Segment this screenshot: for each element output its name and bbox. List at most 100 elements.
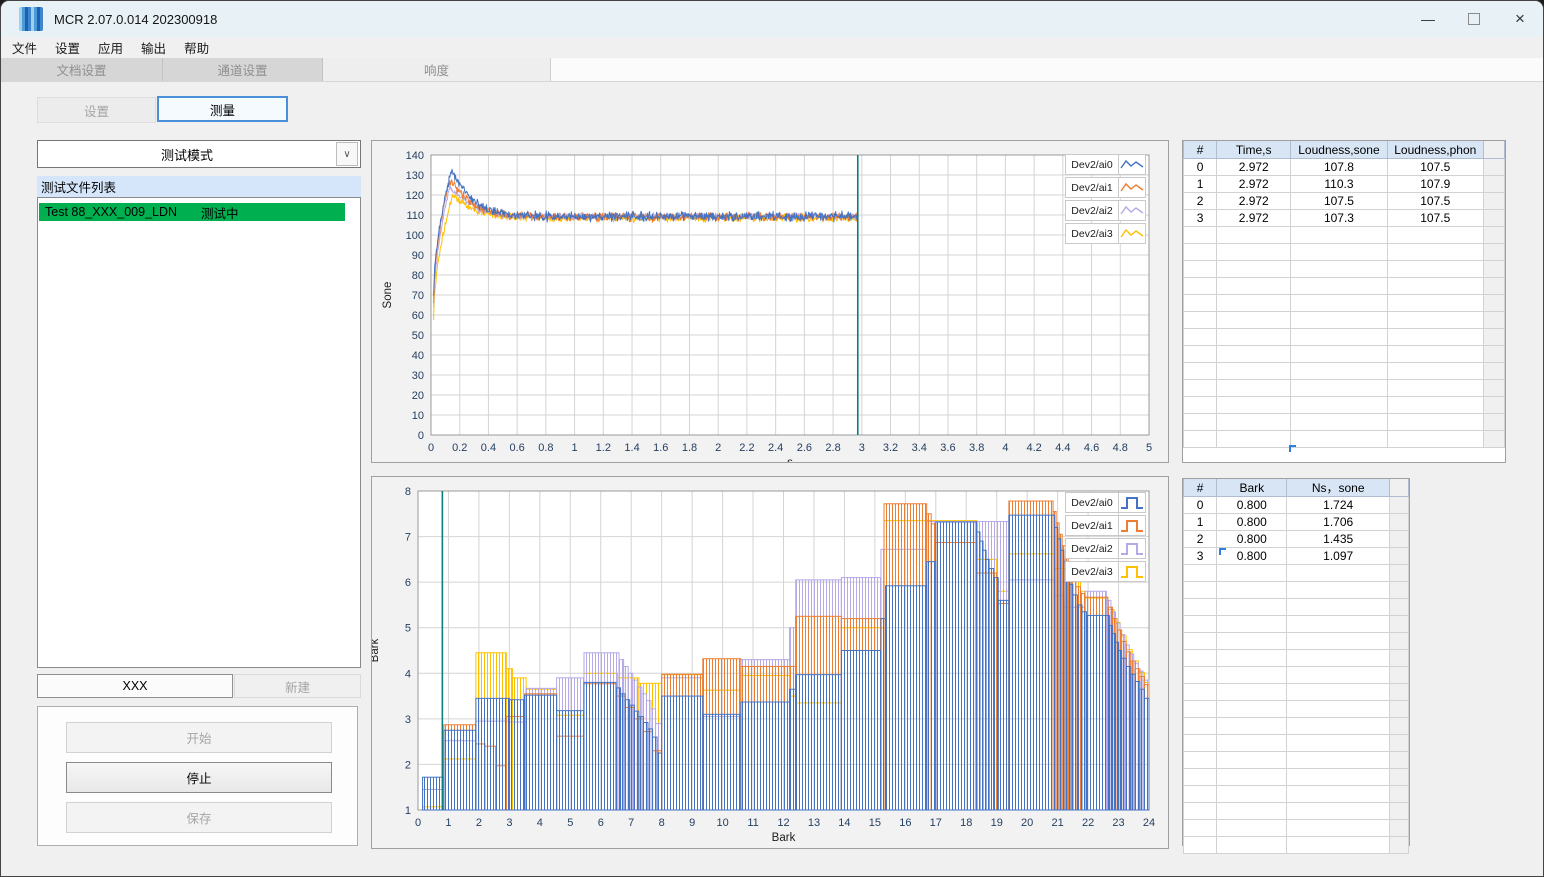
test-mode-value: 测试模式 — [160, 147, 213, 163]
table-row[interactable]: 2 2.972 107.5 107.5 — [1182, 192, 1506, 210]
tab-loudness[interactable]: 响度 — [323, 58, 551, 81]
table-row[interactable] — [1182, 226, 1506, 244]
specific-loudness-chart[interactable]: 0 1 2 3 4 5 6 7 8 9 10 11 12 13 14 15 16 17 18 19 20 21 22 23 24… — [369, 477, 1168, 848]
table-row[interactable] — [1182, 683, 1410, 701]
table-cell — [1216, 700, 1288, 718]
loudness-time-chart[interactable]: 0 0.2 0.4 0.6 0.8 1 1.2 1.4 1.6 1.8 2 2.2 2.4 2.6 2.8 3… — [372, 141, 1168, 469]
table-row[interactable] — [1182, 598, 1410, 616]
table-row[interactable] — [1182, 649, 1410, 667]
test-file-list[interactable]: Test 88_XXX_009_LDN 测试中 — [37, 197, 361, 668]
scrollbar-gutter — [1388, 836, 1410, 854]
legend-entry-Dev2/ai3[interactable]: Dev2/ai3 — [1065, 223, 1146, 244]
table-cell: 3 — [1182, 209, 1218, 227]
table-cell — [1182, 615, 1218, 633]
column-header: Time,s — [1216, 141, 1292, 159]
file-list-header: 测试文件列表 — [37, 176, 361, 197]
table-cell — [1216, 598, 1288, 616]
table-cell — [1286, 785, 1390, 803]
table-row[interactable]: 3 0.800 1.097 — [1182, 547, 1410, 565]
table-row[interactable] — [1182, 362, 1506, 380]
table-row[interactable] — [1182, 785, 1410, 803]
legend-entry-Dev2/ai2[interactable]: Dev2/ai2 — [1065, 200, 1146, 221]
table-row[interactable] — [1182, 243, 1506, 261]
subtab-settings[interactable]: 设置 — [37, 97, 156, 123]
scrollbar-gutter — [1482, 209, 1506, 227]
table-cell — [1290, 396, 1388, 414]
loudness-results-table[interactable]: # Time,s Loudness,sone Loudness,phon 0 2.972 1… — [1182, 141, 1506, 448]
table-cell: 1.097 — [1286, 547, 1390, 565]
table-cell — [1386, 226, 1484, 244]
table-row[interactable] — [1182, 615, 1410, 633]
legend-entry-Dev2/ai3[interactable]: Dev2/ai3 — [1065, 561, 1146, 582]
bark-table-panel[interactable]: # Bark Ns，sone 0 0.800 1.724 1 0.800 1.706 2 0.800… — [1182, 478, 1410, 854]
maximize-button[interactable] — [1451, 1, 1497, 37]
svg-text:80: 80 — [412, 270, 424, 282]
table-row[interactable] — [1182, 700, 1410, 718]
table-row[interactable] — [1182, 581, 1410, 599]
svg-text:15: 15 — [869, 817, 881, 829]
table-row[interactable] — [1182, 294, 1506, 312]
table-row[interactable] — [1182, 396, 1506, 414]
bark-results-table[interactable]: # Bark Ns，sone 0 0.800 1.724 1 0.800 1.706 2 0.800… — [1182, 479, 1410, 854]
svg-text:1.8: 1.8 — [682, 442, 697, 454]
table-cell — [1386, 328, 1484, 346]
table-row[interactable] — [1182, 564, 1410, 582]
table-row[interactable] — [1182, 632, 1410, 650]
new-button[interactable]: 新建 — [234, 674, 361, 698]
test-mode-select[interactable]: 测试模式 ∨ — [37, 140, 361, 168]
table-row[interactable] — [1182, 836, 1410, 854]
table-row[interactable] — [1182, 260, 1506, 278]
loudness-table-panel[interactable]: # Time,s Loudness,sone Loudness,phon 0 2.972 1… — [1182, 140, 1506, 463]
table-row[interactable]: 1 0.800 1.706 — [1182, 513, 1410, 531]
menu-settings[interactable]: 设置 — [46, 38, 89, 57]
menu-output[interactable]: 输出 — [132, 38, 175, 57]
xxx-button[interactable]: XXX — [37, 674, 233, 698]
table-row[interactable] — [1182, 751, 1410, 769]
table-row[interactable] — [1182, 768, 1410, 786]
svg-text:50: 50 — [412, 330, 424, 342]
table-cell: 107.9 — [1386, 175, 1484, 193]
table-row[interactable] — [1182, 666, 1410, 684]
window-title: MCR 2.07.0.014 202300918 — [54, 11, 218, 27]
table-row[interactable] — [1182, 379, 1506, 397]
list-item-test-file[interactable]: Test 88_XXX_009_LDN 测试中 — [39, 203, 345, 221]
table-row[interactable] — [1182, 430, 1506, 448]
table-row[interactable]: 1 2.972 110.3 107.9 — [1182, 175, 1506, 193]
close-button[interactable]: × — [1497, 1, 1543, 37]
table-row[interactable] — [1182, 717, 1410, 735]
table-cell: 1 — [1182, 513, 1218, 531]
svg-text:5: 5 — [405, 623, 411, 635]
table-row[interactable] — [1182, 819, 1410, 837]
table-cell — [1290, 430, 1388, 448]
save-button[interactable]: 保存 — [66, 802, 332, 833]
minimize-button[interactable]: — — [1405, 1, 1451, 37]
legend-entry-Dev2/ai1[interactable]: Dev2/ai1 — [1065, 177, 1146, 198]
scrollbar-gutter — [1482, 362, 1506, 380]
table-row[interactable] — [1182, 328, 1506, 346]
table-row[interactable]: 0 0.800 1.724 — [1182, 496, 1410, 514]
chevron-down-icon[interactable]: ∨ — [336, 142, 358, 166]
table-row[interactable]: 0 2.972 107.8 107.5 — [1182, 158, 1506, 176]
table-row[interactable] — [1182, 802, 1410, 820]
menu-file[interactable]: 文件 — [3, 38, 46, 57]
tab-channel-settings[interactable]: 通道设置 — [163, 58, 323, 81]
table-row[interactable] — [1182, 277, 1506, 295]
table-row[interactable]: 2 0.800 1.435 — [1182, 530, 1410, 548]
table-row[interactable] — [1182, 734, 1410, 752]
table-row[interactable] — [1182, 311, 1506, 329]
legend-entry-Dev2/ai0[interactable]: Dev2/ai0 — [1065, 154, 1146, 175]
table-row[interactable] — [1182, 413, 1506, 431]
table-row[interactable]: 3 2.972 107.3 107.5 — [1182, 209, 1506, 227]
stop-button[interactable]: 停止 — [66, 762, 332, 793]
table-row[interactable] — [1182, 345, 1506, 363]
menu-help[interactable]: 帮助 — [175, 38, 218, 57]
table-cell — [1216, 666, 1288, 684]
subtab-measure[interactable]: 测量 — [157, 96, 288, 122]
menu-apply[interactable]: 应用 — [89, 38, 132, 57]
table-cell — [1286, 632, 1390, 650]
tab-document-settings[interactable]: 文档设置 — [1, 58, 163, 81]
legend-entry-Dev2/ai1[interactable]: Dev2/ai1 — [1065, 515, 1146, 536]
start-button[interactable]: 开始 — [66, 722, 332, 753]
legend-entry-Dev2/ai0[interactable]: Dev2/ai0 — [1065, 492, 1146, 513]
legend-entry-Dev2/ai2[interactable]: Dev2/ai2 — [1065, 538, 1146, 559]
